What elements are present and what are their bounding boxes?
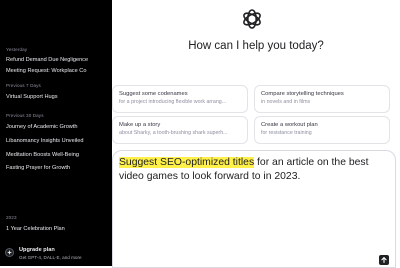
highlighted-text: Suggest SEO-optimized titles bbox=[119, 157, 255, 168]
openai-logo-icon bbox=[238, 5, 266, 33]
suggestion-card-workout[interactable]: Create a workout plan for resistance tra… bbox=[254, 116, 390, 144]
sidebar-item-academic-growth[interactable]: Journey of Academic Growth bbox=[6, 124, 106, 130]
main-area: How can I help you today? Suggest some c… bbox=[112, 0, 400, 268]
sidebar: Yesterday Refund Demand Due Negligence M… bbox=[0, 0, 112, 266]
suggestion-card-storytelling[interactable]: Compare storytelling techniques in novel… bbox=[254, 85, 390, 113]
sidebar-group-label: Previous 7 Days bbox=[6, 83, 41, 88]
message-text: Suggest SEO-optimized titles for an arti… bbox=[119, 156, 389, 184]
page-title: How can I help you today? bbox=[188, 40, 324, 52]
suggestion-subtitle: for a project introducing flexible work … bbox=[119, 99, 227, 105]
sidebar-item-fasting-prayer[interactable]: Fasting Prayer for Growth bbox=[6, 165, 106, 171]
message-input[interactable]: Suggest SEO-optimized titles for an arti… bbox=[112, 150, 396, 268]
suggestion-title: Create a workout plan bbox=[261, 122, 318, 128]
upgrade-plan-button[interactable]: Upgrade plan bbox=[19, 247, 55, 253]
suggestion-subtitle: for resistance training bbox=[261, 130, 312, 136]
sidebar-item-meditation[interactable]: Meditation Boosts Well-Being bbox=[6, 152, 106, 158]
suggestion-title: Suggest some codenames bbox=[119, 91, 188, 97]
sidebar-item-libanomancy[interactable]: Libanomancy Insights Unveiled bbox=[6, 138, 106, 144]
sidebar-item-celebration-plan[interactable]: 1 Year Celebration Plan bbox=[6, 226, 106, 232]
suggestion-title: Make up a story bbox=[119, 122, 161, 128]
suggestion-title: Compare storytelling techniques bbox=[261, 91, 344, 97]
sidebar-item-virtual-support[interactable]: Virtual Support Hugs bbox=[6, 94, 106, 100]
arrow-up-icon bbox=[381, 257, 387, 263]
suggestion-subtitle: in novels and in films bbox=[261, 99, 311, 105]
sidebar-item-meeting-request[interactable]: Meeting Request: Workplace Co bbox=[6, 68, 106, 74]
suggestion-card-codenames[interactable]: Suggest some codenames for a project int… bbox=[112, 85, 248, 113]
suggestion-card-story[interactable]: Make up a story about Sharky, a tooth-br… bbox=[112, 116, 248, 144]
sidebar-group-label: Yesterday bbox=[6, 47, 28, 52]
suggestion-subtitle: about Sharky, a tooth-brushing shark sup… bbox=[119, 130, 228, 136]
send-button[interactable] bbox=[379, 255, 389, 265]
sidebar-group-label: 2023 bbox=[6, 215, 17, 220]
sparkle-icon[interactable] bbox=[5, 248, 14, 257]
sidebar-item-refund-demand[interactable]: Refund Demand Due Negligence bbox=[6, 57, 106, 63]
sidebar-group-label: Previous 30 Days bbox=[6, 113, 44, 118]
upgrade-plan-subtitle: Get GPT-4, DALL·E, and more bbox=[19, 255, 82, 260]
